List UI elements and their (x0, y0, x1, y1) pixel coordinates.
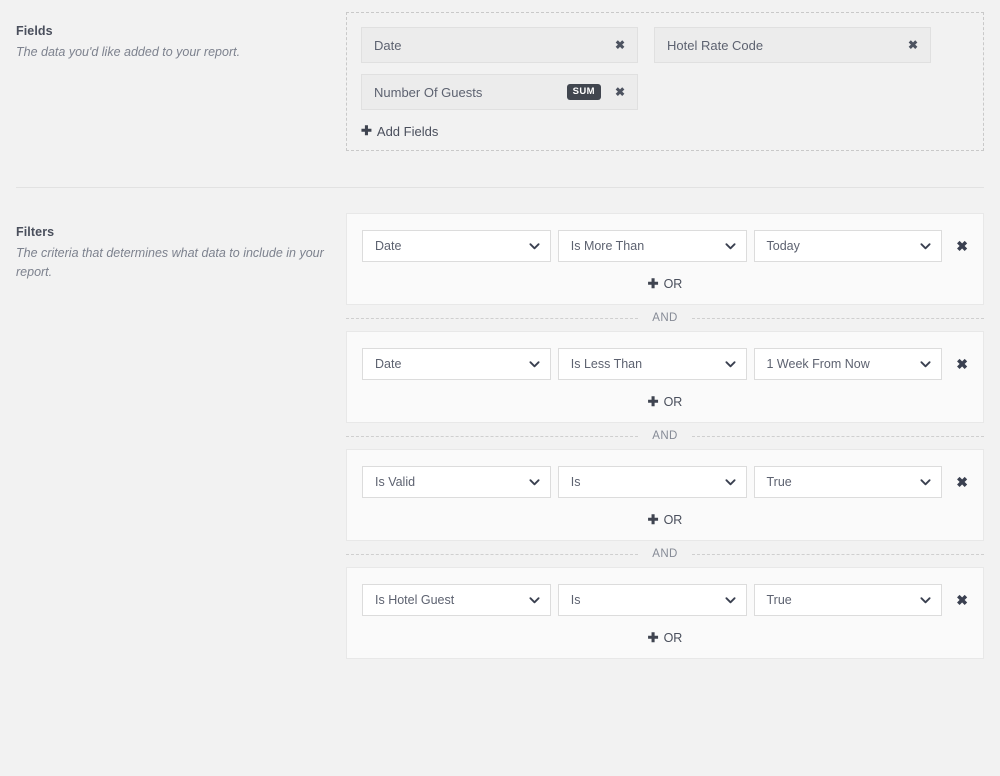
filter-operator-value: Is (570, 475, 581, 489)
add-fields-label: Add Fields (376, 123, 439, 139)
chevron-down-icon (529, 241, 540, 252)
and-separator-line (346, 553, 639, 555)
filter-row: Is Valid Is True ✖ (362, 466, 968, 498)
filter-operator-select[interactable]: Is More Than (557, 230, 747, 262)
and-label: AND (652, 312, 678, 324)
fields-chip-list: Date ✖ Hotel Rate Code ✖ Number Of Guest… (361, 27, 969, 121)
filter-value: True (766, 593, 792, 607)
chevron-down-icon (529, 477, 540, 488)
filter-operator-select[interactable]: Is (557, 584, 747, 616)
fields-description: The data you'd like added to your report… (16, 45, 241, 59)
filter-field-select[interactable]: Is Hotel Guest (362, 584, 551, 616)
and-separator: AND (346, 423, 985, 449)
filter-field-select[interactable]: Date (362, 348, 551, 380)
and-separator: AND (346, 541, 985, 567)
close-icon[interactable]: ✖ (613, 84, 627, 100)
or-label: OR (663, 631, 683, 645)
filter-operator-select[interactable]: Is (557, 466, 747, 498)
and-label: AND (652, 430, 678, 442)
chevron-down-icon (724, 241, 736, 252)
add-or-condition-button[interactable]: ✚ OR (362, 512, 968, 528)
chevron-down-icon (724, 477, 736, 488)
filter-group: Date Is Less Than 1 Week From Now ✖ ✚ OR (346, 331, 984, 423)
remove-filter-icon[interactable]: ✖ (956, 357, 968, 371)
close-icon[interactable]: ✖ (613, 37, 627, 53)
and-label: AND (652, 548, 678, 560)
remove-filter-icon[interactable]: ✖ (956, 475, 968, 489)
filter-value-select[interactable]: 1 Week From Now (753, 348, 943, 380)
filter-field-value: Is Valid (375, 475, 416, 489)
remove-filter-icon[interactable]: ✖ (956, 593, 968, 607)
filter-operator-value: Is More Than (570, 239, 645, 253)
and-separator-line (346, 435, 639, 437)
filter-value: Today (766, 239, 800, 253)
fields-dropzone[interactable]: Date ✖ Hotel Rate Code ✖ Number Of Guest… (346, 12, 984, 151)
plus-icon: ✚ (647, 630, 659, 645)
and-separator-line (691, 435, 985, 437)
filter-operator-value: Is Less Than (570, 357, 643, 371)
filters-title: Filters (16, 225, 55, 239)
filter-row: Date Is More Than Today ✖ (362, 230, 968, 262)
chevron-down-icon (529, 595, 540, 606)
chevron-down-icon (724, 595, 736, 606)
filter-row: Date Is Less Than 1 Week From Now ✖ (362, 348, 968, 380)
field-chip-date[interactable]: Date ✖ (361, 27, 638, 63)
section-divider (16, 187, 984, 188)
filter-operator-select[interactable]: Is Less Than (557, 348, 747, 380)
filter-value-select[interactable]: True (753, 466, 943, 498)
and-separator-line (691, 553, 985, 555)
and-separator: AND (346, 305, 985, 331)
plus-icon: ✚ (647, 512, 659, 527)
chevron-down-icon (724, 359, 736, 370)
filter-group: Is Hotel Guest Is True ✖ ✚ OR (346, 567, 984, 659)
or-label: OR (663, 395, 683, 409)
field-chip-label: Hotel Rate Code (667, 37, 764, 53)
add-or-condition-button[interactable]: ✚ OR (362, 394, 968, 410)
filter-field-value: Date (375, 357, 402, 371)
plus-icon: ✚ (361, 123, 372, 138)
field-chip-hotel-rate-code[interactable]: Hotel Rate Code ✖ (654, 27, 931, 63)
filter-field-select[interactable]: Date (362, 230, 551, 262)
or-label: OR (663, 513, 683, 527)
chevron-down-icon (920, 477, 931, 488)
add-or-condition-button[interactable]: ✚ OR (362, 276, 968, 292)
filter-group: Date Is More Than Today ✖ ✚ OR (346, 213, 984, 305)
and-separator-line (691, 317, 985, 319)
fields-title: Fields (16, 24, 53, 38)
filters-description: The criteria that determines what data t… (16, 246, 324, 279)
filter-field-select[interactable]: Is Valid (362, 466, 551, 498)
field-chip-number-of-guests[interactable]: Number Of Guests SUM ✖ (361, 74, 638, 110)
report-builder-page: Fields The data you'd like added to your… (0, 0, 1000, 776)
chevron-down-icon (920, 241, 931, 252)
plus-icon: ✚ (647, 394, 659, 409)
plus-icon: ✚ (647, 276, 659, 291)
add-or-condition-button[interactable]: ✚ OR (362, 630, 968, 646)
filter-group: Is Valid Is True ✖ ✚ OR (346, 449, 984, 541)
filter-field-value: Date (375, 239, 402, 253)
filter-operator-value: Is (570, 593, 581, 607)
chevron-down-icon (920, 359, 931, 370)
filter-value-select[interactable]: Today (753, 230, 943, 262)
field-chip-label: Number Of Guests (374, 84, 483, 100)
filters-list: Date Is More Than Today ✖ ✚ OR AND Date … (346, 213, 985, 659)
and-separator-line (346, 317, 639, 319)
chevron-down-icon (529, 359, 540, 370)
chevron-down-icon (920, 595, 931, 606)
remove-filter-icon[interactable]: ✖ (956, 239, 968, 253)
filter-value: True (766, 475, 792, 489)
filters-section-label: Filters The criteria that determines wha… (16, 225, 326, 282)
filter-value-select[interactable]: True (753, 584, 943, 616)
filter-value: 1 Week From Now (766, 357, 870, 371)
field-chip-label: Date (374, 37, 402, 53)
close-icon[interactable]: ✖ (906, 37, 920, 53)
filter-row: Is Hotel Guest Is True ✖ (362, 584, 968, 616)
aggregation-badge[interactable]: SUM (566, 84, 601, 100)
filter-field-value: Is Hotel Guest (375, 593, 455, 607)
fields-section-label: Fields The data you'd like added to your… (16, 24, 326, 62)
or-label: OR (663, 277, 683, 291)
add-fields-button[interactable]: ✚ Add Fields (361, 123, 438, 139)
